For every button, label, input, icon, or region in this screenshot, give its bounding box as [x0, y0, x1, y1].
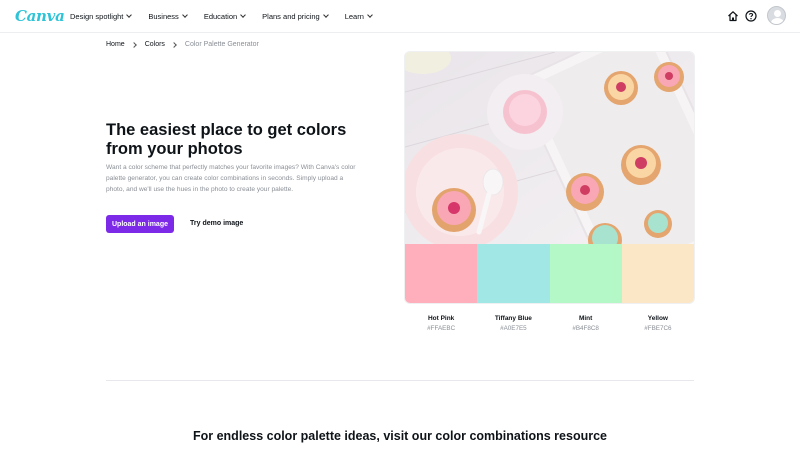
palette-labels: Hot Pink #FFAEBC Tiffany Blue #A0E7E5 Mi… [405, 314, 694, 334]
avatar[interactable] [767, 6, 786, 25]
color-name: Yellow [647, 315, 668, 322]
avatar-head [773, 10, 781, 17]
palette-label: Yellow #FBE7C6 [622, 314, 694, 334]
color-name: Tiffany Blue [494, 315, 532, 322]
palette-label: Hot Pink #FFAEBC [405, 314, 477, 334]
palette-swatches [405, 244, 694, 303]
breadcrumb-colors[interactable]: Colors [145, 41, 165, 48]
chevron-right-icon [171, 41, 177, 48]
color-swatch-mint[interactable] [549, 244, 622, 303]
color-hex[interactable]: #FBE7C6 [622, 323, 694, 334]
color-hex[interactable]: #FFAEBC [405, 323, 477, 334]
nav-label: Education [203, 12, 238, 21]
color-hex[interactable]: #A0E7E5 [477, 323, 549, 334]
donuts-photo [405, 52, 694, 244]
breadcrumb-current: Color Palette Generator [184, 41, 259, 48]
nav-label: Learn [344, 12, 364, 21]
canva-logo[interactable]: Canva [15, 7, 65, 25]
chevron-down-icon [367, 12, 373, 18]
palette-label: Mint #B4F8C8 [550, 314, 622, 334]
color-hex[interactable]: #B4F8C8 [550, 323, 622, 334]
chevron-right-icon [130, 41, 137, 48]
nav-plans-and-pricing[interactable]: Plans and pricing [262, 12, 329, 21]
color-name: Hot Pink [427, 315, 455, 322]
color-swatch-tiffany-blue[interactable] [477, 244, 550, 303]
nav-business[interactable]: Business [148, 12, 188, 21]
try-demo-image-button[interactable]: Try demo image [190, 215, 243, 233]
section-divider [106, 380, 694, 381]
nav-label: Plans and pricing [262, 12, 320, 21]
breadcrumb-home[interactable]: Home [106, 41, 125, 48]
hero-description: Want a color scheme that perfectly match… [106, 164, 356, 193]
color-swatch-yellow[interactable] [621, 244, 694, 303]
top-nav-bar: Canva Design spotlight Business Educatio… [0, 0, 800, 33]
nav-label: Business [148, 12, 179, 21]
main-nav: Design spotlight Business Education Plan… [70, 0, 389, 33]
upload-image-button[interactable]: Upload an image [106, 215, 174, 233]
color-swatch-hot-pink[interactable] [405, 244, 478, 303]
color-name: Mint [578, 315, 593, 322]
section-heading: For endless color palette ideas, visit o… [192, 429, 607, 443]
chevron-down-icon [181, 12, 188, 18]
nav-design-spotlight[interactable]: Design spotlight [70, 12, 133, 21]
nav-learn[interactable]: Learn [344, 12, 373, 21]
nav-education[interactable]: Education [203, 12, 247, 21]
home-icon[interactable] [727, 10, 739, 22]
palette-card [405, 52, 694, 303]
nav-label: Design spotlight [70, 12, 124, 21]
chevron-down-icon [322, 12, 329, 18]
avatar-body [770, 18, 784, 24]
breadcrumb: Home Colors Color Palette Generator [106, 41, 259, 48]
page-title: The easiest place to get colors from you… [106, 121, 347, 158]
palette-label: Tiffany Blue #A0E7E5 [477, 314, 549, 334]
help-icon[interactable] [745, 10, 757, 22]
chevron-down-icon [126, 12, 133, 18]
chevron-down-icon [240, 12, 247, 18]
